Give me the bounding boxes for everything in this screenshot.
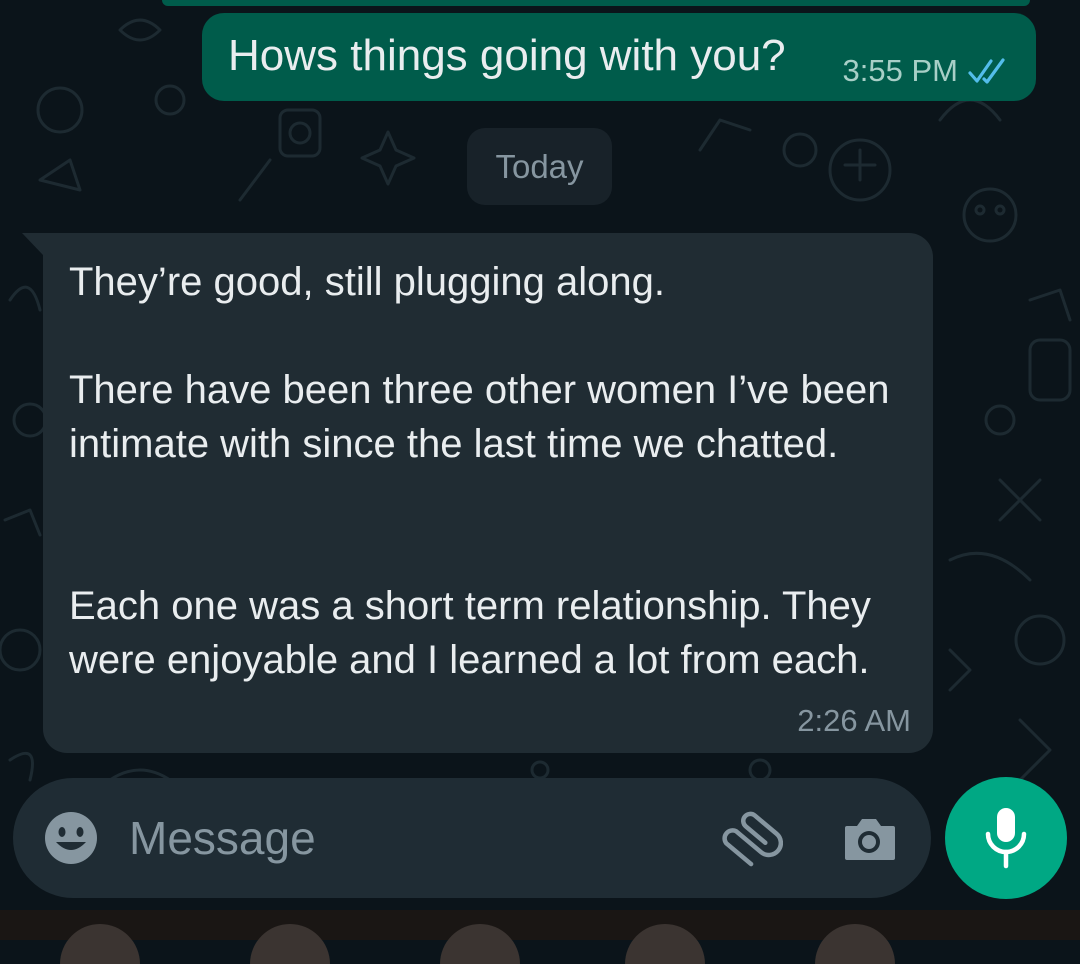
message-composer xyxy=(13,778,931,898)
paperclip-icon[interactable] xyxy=(719,808,783,872)
incoming-message-paragraph: They’re good, still plugging along. xyxy=(69,260,665,304)
date-divider: Today xyxy=(467,128,612,205)
incoming-message-paragraph: Each one was a short term relationship. … xyxy=(69,584,871,682)
outgoing-message-text: Hows things going with you? xyxy=(228,31,786,80)
double-check-read-icon xyxy=(968,58,1005,84)
keyboard-suggestion-strip xyxy=(0,910,1080,964)
message-input[interactable] xyxy=(129,808,689,868)
suggestion-chip[interactable] xyxy=(250,924,330,964)
incoming-message-bubble[interactable]: They’re good, still plugging along. Ther… xyxy=(22,233,933,753)
outgoing-message-meta: 3:55 PM xyxy=(843,53,1014,89)
incoming-message-paragraph: There have been three other women I’ve b… xyxy=(69,368,890,466)
previous-message-bubble-edge xyxy=(162,0,1030,6)
suggestion-chip[interactable] xyxy=(60,924,140,964)
emoji-icon[interactable] xyxy=(43,810,99,866)
bubble-tail xyxy=(22,233,43,255)
outgoing-message-time: 3:55 PM xyxy=(842,53,958,88)
voice-message-button[interactable] xyxy=(945,777,1067,899)
microphone-icon xyxy=(985,808,1027,869)
suggestion-chip[interactable] xyxy=(625,924,705,964)
camera-icon[interactable] xyxy=(841,810,897,866)
outgoing-message-bubble[interactable]: Hows things going with you? 3:55 PM xyxy=(202,13,1036,101)
suggestion-chip[interactable] xyxy=(440,924,520,964)
suggestion-chip[interactable] xyxy=(815,924,895,964)
incoming-message-time: 2:26 AM xyxy=(797,703,911,738)
date-divider-label: Today xyxy=(495,147,584,185)
